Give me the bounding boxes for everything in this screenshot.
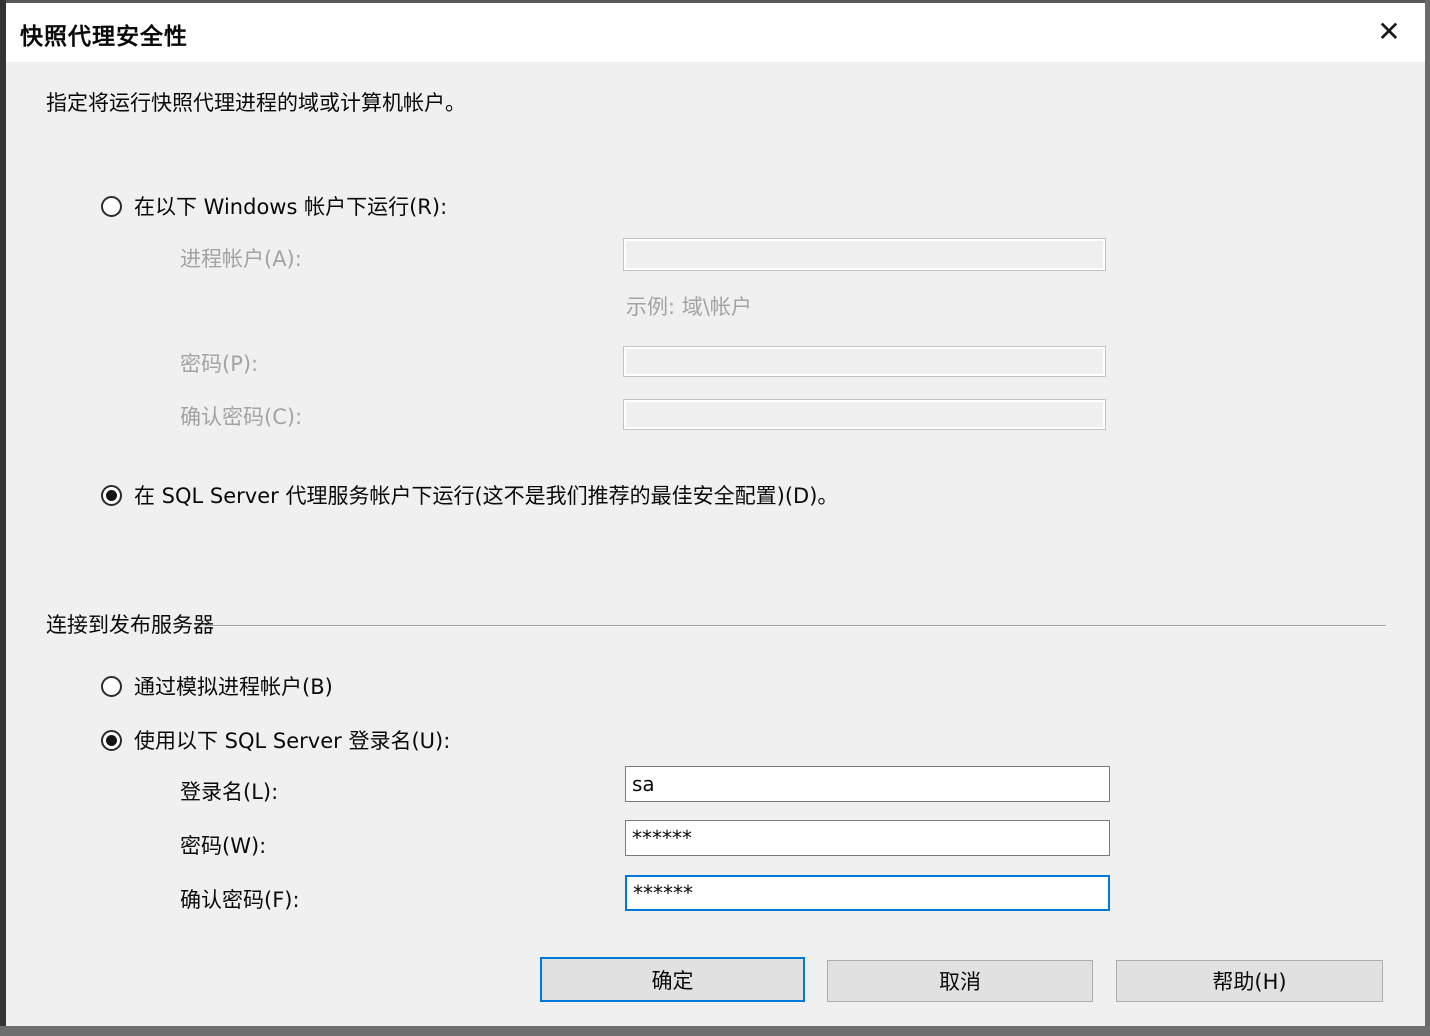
title-bar: 快照代理安全性 ✕: [6, 3, 1425, 62]
windows-password-label: 密码(P):: [180, 348, 258, 378]
process-account-hint: 示例: 域\帐户: [626, 291, 752, 321]
radio-row-impersonate-process: 通过模拟进程帐户(B): [101, 671, 333, 701]
help-button[interactable]: 帮助(H): [1116, 960, 1383, 1002]
dialog-title: 快照代理安全性: [20, 17, 188, 51]
instruction-text: 指定将运行快照代理进程的域或计算机帐户。: [46, 87, 466, 117]
group-separator-line: [205, 625, 1386, 627]
radio-row-sql-login: 使用以下 SQL Server 登录名(U):: [101, 725, 450, 755]
windows-account-radio[interactable]: [101, 196, 122, 217]
sql-password-label: 密码(W):: [180, 830, 266, 860]
close-icon[interactable]: ✕: [1369, 13, 1409, 51]
snapshot-agent-security-dialog: 快照代理安全性 ✕ 指定将运行快照代理进程的域或计算机帐户。 在以下 Windo…: [6, 3, 1425, 1026]
sql-login-radio-label: 使用以下 SQL Server 登录名(U):: [134, 725, 450, 755]
sql-confirm-password-label: 确认密码(F):: [180, 884, 300, 914]
sql-login-radio[interactable]: [101, 730, 122, 751]
radio-row-windows-account: 在以下 Windows 帐户下运行(R):: [101, 191, 447, 221]
sql-confirm-password-input[interactable]: [625, 875, 1110, 911]
cancel-button[interactable]: 取消: [827, 960, 1093, 1002]
windows-confirm-password-label: 确认密码(C):: [180, 401, 302, 431]
windows-confirm-password-input: [623, 399, 1106, 430]
login-name-label: 登录名(L):: [180, 776, 278, 806]
window-frame-right: [1425, 0, 1430, 1036]
windows-password-input: [623, 346, 1106, 377]
impersonate-process-radio[interactable]: [101, 676, 122, 697]
agent-service-account-radio-label: 在 SQL Server 代理服务帐户下运行(这不是我们推荐的最佳安全配置)(D…: [134, 480, 838, 510]
sql-password-input[interactable]: [625, 820, 1110, 856]
connect-to-publisher-group-title: 连接到发布服务器: [46, 609, 214, 639]
impersonate-process-radio-label: 通过模拟进程帐户(B): [134, 671, 333, 701]
process-account-input: [623, 238, 1106, 271]
windows-account-radio-label: 在以下 Windows 帐户下运行(R):: [134, 191, 447, 221]
window-frame-bottom: [0, 1026, 1430, 1036]
radio-row-agent-service-account: 在 SQL Server 代理服务帐户下运行(这不是我们推荐的最佳安全配置)(D…: [101, 480, 838, 510]
login-name-input[interactable]: [625, 766, 1110, 802]
agent-service-account-radio[interactable]: [101, 485, 122, 506]
process-account-label: 进程帐户(A):: [180, 243, 302, 273]
ok-button[interactable]: 确定: [540, 957, 805, 1002]
